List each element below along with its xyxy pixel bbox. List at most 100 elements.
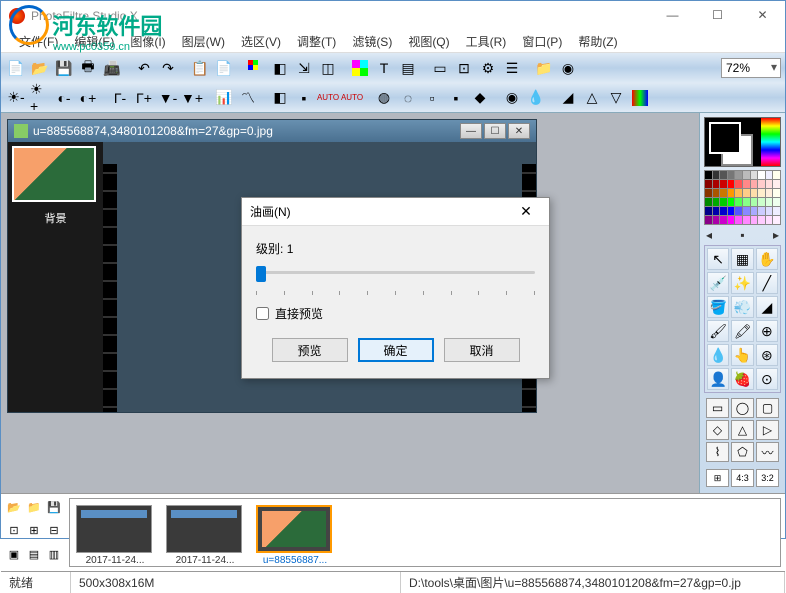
redo-icon[interactable]: ↷ bbox=[157, 57, 179, 79]
palette-swatch[interactable] bbox=[743, 198, 750, 206]
rgb-icon[interactable] bbox=[245, 57, 267, 79]
resize-icon[interactable]: ⇲ bbox=[293, 57, 315, 79]
palette-swatch[interactable] bbox=[766, 207, 773, 215]
palette-nav[interactable]: ◂▪▸ bbox=[704, 228, 781, 242]
maximize-button[interactable]: ☐ bbox=[695, 1, 740, 29]
foreground-color[interactable] bbox=[709, 122, 741, 154]
rounded-shape[interactable]: ▢ bbox=[756, 398, 779, 418]
palette-swatch[interactable] bbox=[766, 216, 773, 224]
free-shape[interactable]: 〰 bbox=[756, 442, 779, 462]
color-palette[interactable] bbox=[704, 170, 781, 225]
level-slider[interactable] bbox=[256, 263, 535, 283]
menu-filter[interactable]: 滤镜(S) bbox=[346, 31, 398, 52]
auto1-icon[interactable]: AUTO bbox=[317, 87, 339, 109]
menu-edit[interactable]: 编辑(E) bbox=[68, 31, 120, 52]
lasso-shape[interactable]: ⌇ bbox=[706, 442, 729, 462]
histogram-icon[interactable]: 📊 bbox=[213, 87, 235, 109]
relief-icon[interactable]: ◆ bbox=[469, 87, 491, 109]
grad1-icon[interactable]: ◢ bbox=[557, 87, 579, 109]
palette-swatch[interactable] bbox=[705, 171, 712, 179]
menu-file[interactable]: 文件(F) bbox=[13, 31, 64, 52]
scan-icon[interactable]: 📠 bbox=[101, 57, 123, 79]
palette-swatch[interactable] bbox=[720, 216, 727, 224]
fill-tool[interactable]: 🪣 bbox=[707, 296, 729, 318]
stamp-tool[interactable]: ⊕ bbox=[756, 320, 778, 342]
save-icon[interactable]: 💾 bbox=[53, 57, 75, 79]
variation-icon[interactable]: ◉ bbox=[501, 87, 523, 109]
palette-swatch[interactable] bbox=[720, 171, 727, 179]
line-tool[interactable]: ╱ bbox=[756, 272, 778, 294]
palette-swatch[interactable] bbox=[713, 207, 720, 215]
palette-swatch[interactable] bbox=[728, 207, 735, 215]
bright-minus-icon[interactable]: ☀- bbox=[5, 87, 27, 109]
preview-checkbox[interactable]: 直接预览 bbox=[256, 305, 535, 322]
palette-swatch[interactable] bbox=[773, 171, 780, 179]
palette-swatch[interactable] bbox=[720, 207, 727, 215]
palette-swatch[interactable] bbox=[720, 180, 727, 188]
triangle-shape[interactable]: △ bbox=[731, 420, 754, 440]
poly-shape[interactable]: ⬠ bbox=[731, 442, 754, 462]
palette-swatch[interactable] bbox=[713, 216, 720, 224]
retouch-tool[interactable]: 👤 bbox=[707, 368, 729, 390]
palette-swatch[interactable] bbox=[773, 207, 780, 215]
palette-swatch[interactable] bbox=[713, 198, 720, 206]
contrast-plus-icon[interactable]: ◐+ bbox=[77, 87, 99, 109]
doc-maximize-button[interactable]: ☐ bbox=[484, 123, 506, 139]
thumbnail-item[interactable]: u=88556887... bbox=[256, 505, 334, 560]
gamma-minus-icon[interactable]: Γ- bbox=[109, 87, 131, 109]
palette-swatch[interactable] bbox=[720, 198, 727, 206]
blur-tool[interactable]: 💧 bbox=[707, 344, 729, 366]
palette-swatch[interactable] bbox=[743, 171, 750, 179]
document-titlebar[interactable]: u=885568874,3480101208&fm=27&gp=0.jpg — … bbox=[8, 120, 536, 142]
palette-swatch[interactable] bbox=[758, 198, 765, 206]
palette-swatch[interactable] bbox=[743, 216, 750, 224]
palette-swatch[interactable] bbox=[705, 198, 712, 206]
menu-window[interactable]: 窗口(P) bbox=[516, 31, 568, 52]
palette-swatch[interactable] bbox=[713, 180, 720, 188]
palette-swatch[interactable] bbox=[758, 171, 765, 179]
new-icon[interactable]: 📄 bbox=[5, 57, 27, 79]
strip-c-icon[interactable]: ▥ bbox=[45, 545, 63, 563]
palette-swatch[interactable] bbox=[751, 216, 758, 224]
palette-swatch[interactable] bbox=[713, 189, 720, 197]
undo-icon[interactable]: ↶ bbox=[133, 57, 155, 79]
grad3-icon[interactable]: ▽ bbox=[605, 87, 627, 109]
preview-checkbox-input[interactable] bbox=[256, 307, 269, 320]
strip-b-icon[interactable]: ▤ bbox=[25, 545, 43, 563]
menu-help[interactable]: 帮助(Z) bbox=[572, 31, 623, 52]
grad2-icon[interactable]: △ bbox=[581, 87, 603, 109]
pointer-tool[interactable]: ↖ bbox=[707, 248, 729, 270]
strip-sel3-icon[interactable]: ⊟ bbox=[45, 522, 63, 540]
palette-swatch[interactable] bbox=[705, 180, 712, 188]
brush-tool[interactable]: 🖌 bbox=[707, 320, 729, 342]
dust-icon[interactable]: ◍ bbox=[373, 87, 395, 109]
doc-minimize-button[interactable]: — bbox=[460, 123, 482, 139]
palette-swatch[interactable] bbox=[735, 171, 742, 179]
cancel-button[interactable]: 取消 bbox=[444, 338, 520, 362]
palette-swatch[interactable] bbox=[758, 207, 765, 215]
menu-view[interactable]: 视图(Q) bbox=[402, 31, 455, 52]
deform-tool[interactable]: ⊙ bbox=[756, 368, 778, 390]
automate-icon[interactable]: ⚙ bbox=[477, 57, 499, 79]
strip-a-icon[interactable]: ▣ bbox=[5, 545, 23, 563]
palette-swatch[interactable] bbox=[705, 189, 712, 197]
color-icon[interactable] bbox=[349, 57, 371, 79]
sat-plus-icon[interactable]: ▼+ bbox=[181, 87, 203, 109]
palette-swatch[interactable] bbox=[743, 180, 750, 188]
contrast-minus-icon[interactable]: ◐- bbox=[53, 87, 75, 109]
mode-icon[interactable]: ◧ bbox=[269, 57, 291, 79]
eraser-tool[interactable]: ◢ bbox=[756, 296, 778, 318]
wand-tool[interactable]: ✨ bbox=[731, 272, 753, 294]
clone-tool[interactable]: ⊛ bbox=[756, 344, 778, 366]
palette-swatch[interactable] bbox=[728, 216, 735, 224]
module-icon[interactable]: ◉ bbox=[557, 57, 579, 79]
eyedropper-tool[interactable]: 💉 bbox=[707, 272, 729, 294]
thumbnail-item[interactable]: 2017-11-24... bbox=[76, 505, 154, 560]
gamma-plus-icon[interactable]: Γ+ bbox=[133, 87, 155, 109]
palette-swatch[interactable] bbox=[751, 180, 758, 188]
palette-swatch[interactable] bbox=[705, 207, 712, 215]
thumbnail-item[interactable]: 2017-11-24... bbox=[166, 505, 244, 560]
browse-icon[interactable]: 📁 bbox=[533, 57, 555, 79]
rect-shape[interactable]: ▭ bbox=[706, 398, 729, 418]
crop-icon[interactable]: ◫ bbox=[317, 57, 339, 79]
